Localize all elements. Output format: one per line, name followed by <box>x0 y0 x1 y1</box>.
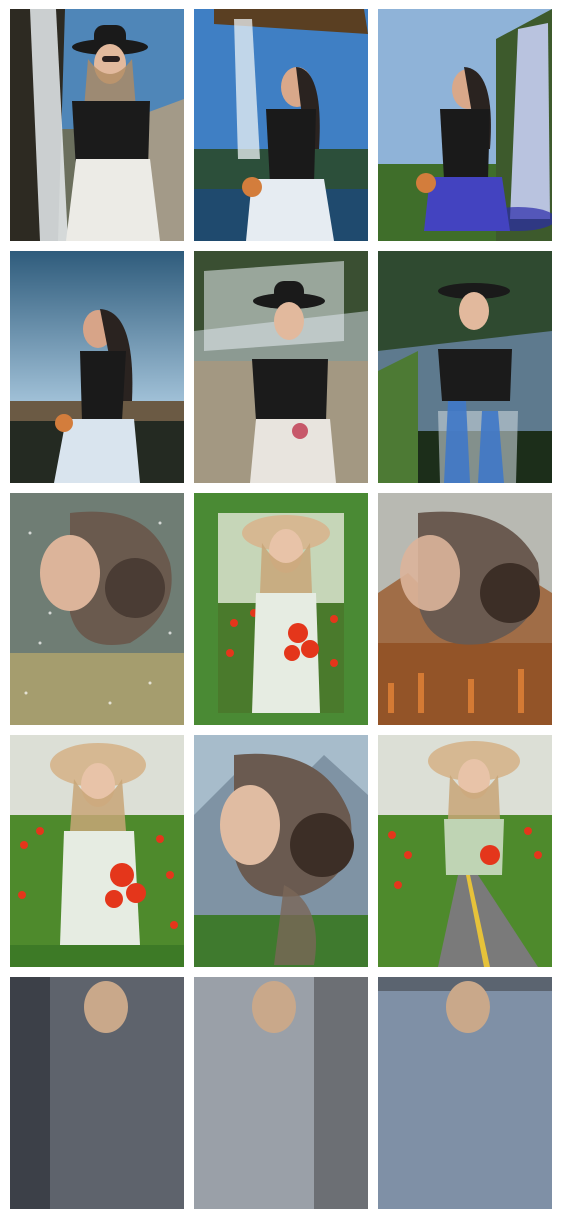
gallery-tile-2-waterfall-seated-lake[interactable] <box>194 9 368 241</box>
gallery-tile-10-poppy-field-hat[interactable] <box>10 735 184 967</box>
gallery-tile-12-road-poppy-hat[interactable] <box>378 735 552 967</box>
partial-row-image-1 <box>10 977 184 1209</box>
road-poppy-hat-image <box>378 735 552 967</box>
gallery-tile-15-partial[interactable] <box>378 977 552 1209</box>
waterfall-hat-portrait-image <box>10 9 184 241</box>
waterfall-seated-lake-image <box>194 9 368 241</box>
partial-row-image-2 <box>194 977 368 1209</box>
partial-row-image-3 <box>378 977 552 1209</box>
sunset-seated-sea-image <box>10 251 184 483</box>
gallery-tile-9-autumn-forest-profile[interactable] <box>378 493 552 725</box>
leaf-frame-poppies-image <box>194 493 368 725</box>
gallery-tile-13-partial[interactable] <box>10 977 184 1209</box>
gallery-tile-7-glitter-profile-portrait[interactable] <box>10 493 184 725</box>
gallery-tile-4-sunset-seated-sea[interactable] <box>10 251 184 483</box>
autumn-forest-profile-image <box>378 493 552 725</box>
gallery-tile-6-falls-overlay-portrait[interactable] <box>378 251 552 483</box>
mountain-profile-portrait-image <box>194 735 368 967</box>
gallery-tile-3-waterfall-seated-blue[interactable] <box>378 9 552 241</box>
poppy-field-hat-image <box>10 735 184 967</box>
glitter-profile-portrait-image <box>10 493 184 725</box>
photo-gallery-grid <box>10 9 553 1209</box>
falls-overlay-portrait-image <box>378 251 552 483</box>
gallery-tile-1-waterfall-hat-portrait[interactable] <box>10 9 184 241</box>
waterfall-seated-blue-image <box>378 9 552 241</box>
gallery-tile-8-leaf-frame-poppies[interactable] <box>194 493 368 725</box>
gallery-tile-5-waterfall-hat-double[interactable] <box>194 251 368 483</box>
gallery-tile-14-partial[interactable] <box>194 977 368 1209</box>
gallery-tile-11-mountain-profile-portrait[interactable] <box>194 735 368 967</box>
waterfall-hat-double-image <box>194 251 368 483</box>
